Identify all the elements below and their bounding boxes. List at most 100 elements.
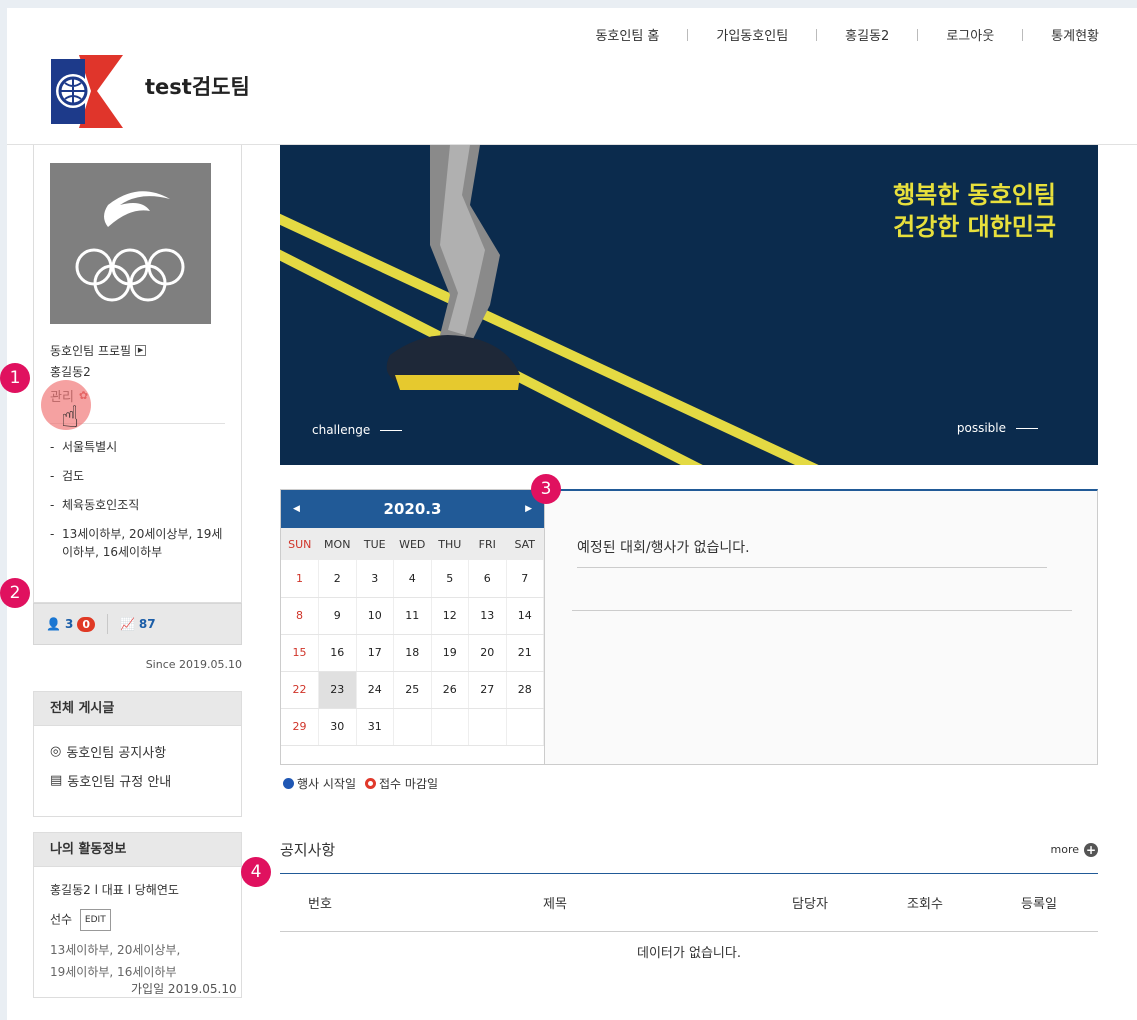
calendar-day[interactable]: 16 xyxy=(318,634,357,672)
nav-separator xyxy=(1022,28,1024,41)
nav-joined-teams[interactable]: 가입동호인팀 xyxy=(716,25,788,44)
calendar-day[interactable]: 20 xyxy=(468,634,507,672)
calendar-day[interactable]: 31 xyxy=(356,708,394,746)
calendar-grid: SUN MON TUE WED THU FRI SAT 1 2 3 4 5 6 7 8 9 10 11 12 13 1… xyxy=(281,528,544,746)
weekday-header: FRI xyxy=(468,528,506,560)
step-marker: 1 xyxy=(0,363,30,393)
team-name: test검도팀 xyxy=(145,75,250,99)
calendar-day[interactable]: 5 xyxy=(431,560,469,598)
calendar-day[interactable]: 15 xyxy=(281,634,319,672)
column-views: 조회수 xyxy=(870,874,980,932)
activity-role: 선수 xyxy=(50,912,73,927)
calendar-day[interactable]: 30 xyxy=(318,708,357,746)
weekday-header: SUN xyxy=(281,528,319,560)
nav-team-home[interactable]: 동호인팀 홈 xyxy=(595,25,659,44)
pending-badge: 0 xyxy=(77,616,95,632)
play-icon: ▶ xyxy=(135,345,147,356)
calendar-day[interactable]: 23 xyxy=(318,671,357,709)
calendar-day[interactable]: 11 xyxy=(393,597,432,635)
calendar-empty-cell xyxy=(393,708,432,746)
prev-month-icon[interactable]: ◀ xyxy=(293,504,300,514)
header: 동호인팀 홈 가입동호인팀 홍길동2 로그아웃 통계현황 test검도팀 xyxy=(7,8,1137,145)
plus-icon: + xyxy=(1084,842,1098,857)
hero-banner: 행복한 동호인팀 건강한 대한민국 challenge possible xyxy=(280,145,1098,465)
step-marker: 2 xyxy=(0,578,30,608)
calendar-day[interactable]: 1 xyxy=(281,560,319,598)
since-date: Since 2019.05.10 xyxy=(145,658,242,671)
trend-chart-icon: 📈 xyxy=(119,617,135,631)
more-button[interactable]: more + xyxy=(1051,842,1098,857)
calendar-empty-cell xyxy=(468,708,507,746)
notice-table: 번호 제목 담당자 조회수 등록일 데이터가 없습니다. xyxy=(280,874,1098,971)
next-month-icon[interactable]: ▶ xyxy=(525,504,532,514)
events-empty-message: 예정된 대회/행사가 없습니다. xyxy=(577,537,1047,568)
board-box: 전체 게시글 ◎ 동호인팀 공지사항 ▤ 동호인팀 규정 안내 xyxy=(33,691,242,817)
weekday-header: WED xyxy=(393,528,431,560)
calendar-week: 22 23 24 25 26 27 28 xyxy=(281,671,544,709)
brand-logo[interactable] xyxy=(51,55,123,128)
nav-user[interactable]: 홍길동2 xyxy=(845,25,889,44)
calendar-day[interactable]: 10 xyxy=(356,597,394,635)
banner-caption-right: possible xyxy=(957,421,1038,435)
team-emblem xyxy=(50,163,211,324)
calendar: ◀ 2020.3 ▶ SUN MON TUE WED THU FRI SAT 1234567… xyxy=(280,489,545,765)
calendar-day[interactable]: 13 xyxy=(468,597,507,635)
calendar-day[interactable]: 26 xyxy=(431,671,469,709)
info-item-region: - 서울특별시 xyxy=(50,440,118,454)
calendar-day[interactable]: 25 xyxy=(393,671,432,709)
calendar-day[interactable]: 18 xyxy=(393,634,432,672)
nav-separator xyxy=(816,28,818,41)
calendar-day[interactable]: 4 xyxy=(393,560,432,598)
visit-count[interactable]: 📈 87 xyxy=(108,617,156,631)
calendar-day[interactable]: 22 xyxy=(281,671,319,709)
calendar-week: 29 30 31 xyxy=(281,708,544,746)
calendar-day[interactable]: 17 xyxy=(356,634,394,672)
calendar-day[interactable]: 19 xyxy=(431,634,469,672)
activity-summary: 홍길동2 l 대표 l 당해연도 xyxy=(50,883,179,897)
notice-empty-message: 데이터가 없습니다. xyxy=(637,945,741,961)
calendar-day[interactable]: 21 xyxy=(506,634,544,672)
events-divider xyxy=(572,610,1072,611)
member-count[interactable]: 👤 3 0 xyxy=(34,616,95,632)
runner-image xyxy=(386,145,520,390)
nav-separator xyxy=(687,28,689,41)
profile-link[interactable]: 동호인팀 프로필 ▶ xyxy=(50,342,225,359)
calendar-day[interactable]: 27 xyxy=(468,671,507,709)
calendar-day[interactable]: 8 xyxy=(281,597,319,635)
column-manager: 담당자 xyxy=(750,874,870,932)
calendar-week: 1234567 xyxy=(281,560,544,598)
board-item-notice[interactable]: ◎ 동호인팀 공지사항 xyxy=(50,742,225,761)
event-start-dot-icon xyxy=(283,778,294,789)
activity-divisions-1: 13세이하부, 20세이상부, xyxy=(50,943,181,957)
calendar-day[interactable]: 2 xyxy=(318,560,357,598)
main-content: 행복한 동호인팀 건강한 대한민국 challenge possible ◀ 2… xyxy=(280,145,1098,961)
calendar-day[interactable]: 24 xyxy=(356,671,394,709)
calendar-day[interactable]: 29 xyxy=(281,708,319,746)
hand-cursor-icon: ☝ xyxy=(61,400,80,435)
events-panel: 예정된 대회/행사가 없습니다. xyxy=(545,489,1098,765)
banner-slogan: 행복한 동호인팀 건강한 대한민국 xyxy=(893,181,1056,241)
sidebar: 동호인팀 프로필 ▶ 홍길동2 관리 ✿ -서울특별시 -검도 -체육동호인조직… xyxy=(33,145,242,998)
top-nav: 동호인팀 홈 가입동호인팀 홍길동2 로그아웃 통계현황 xyxy=(595,25,1099,44)
edit-button[interactable]: EDIT xyxy=(79,909,111,931)
calendar-day[interactable]: 3 xyxy=(356,560,394,598)
calendar-day[interactable]: 14 xyxy=(506,597,544,635)
calendar-day[interactable]: 9 xyxy=(318,597,357,635)
calendar-day[interactable]: 6 xyxy=(468,560,507,598)
calendar-day[interactable]: 28 xyxy=(506,671,544,709)
weekday-header: MON xyxy=(318,528,356,560)
info-item-sport: - 검도 xyxy=(50,469,85,483)
nav-logout[interactable]: 로그아웃 xyxy=(946,25,994,44)
board-item-rules[interactable]: ▤ 동호인팀 규정 안내 xyxy=(50,771,225,790)
nav-statistics[interactable]: 통계현황 xyxy=(1051,25,1099,44)
column-title: 제목 xyxy=(360,874,750,932)
step-marker: 3 xyxy=(531,474,561,504)
broadcast-icon: ◎ xyxy=(50,744,62,759)
document-icon: ▤ xyxy=(50,773,63,788)
stats-bar: 👤 3 0 📈 87 xyxy=(33,603,242,645)
calendar-legend: 행사 시작일 접수 마감일 xyxy=(283,775,438,792)
weekday-header: THU xyxy=(431,528,469,560)
calendar-day[interactable]: 7 xyxy=(506,560,544,598)
calendar-day[interactable]: 12 xyxy=(431,597,469,635)
profile-link-label: 동호인팀 프로필 xyxy=(50,344,132,358)
